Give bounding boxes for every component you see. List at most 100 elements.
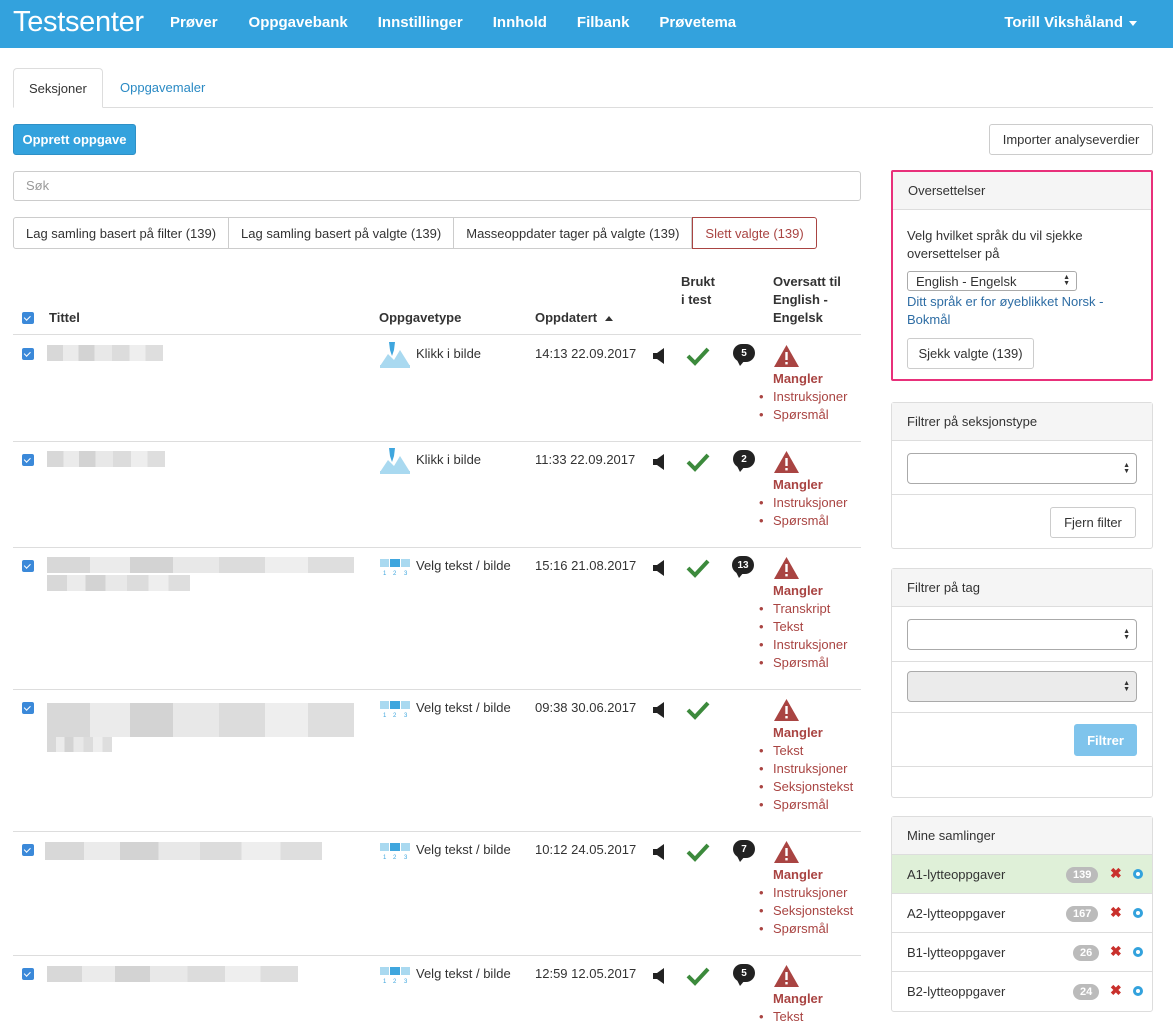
gear-icon[interactable]	[1133, 908, 1143, 918]
comments-badge[interactable]: 7	[733, 840, 755, 862]
panel-divider	[892, 766, 1152, 767]
missing-label: Mangler	[773, 477, 823, 492]
select-arrows-icon: ▲ ▼	[1123, 461, 1130, 475]
row-checkbox[interactable]	[22, 348, 34, 360]
apply-filter-button[interactable]: Filtrer	[1074, 724, 1137, 756]
missing-item: Spørsmål	[759, 654, 847, 672]
col-updated[interactable]: Oppdatert	[535, 309, 613, 327]
collection-item[interactable]: A1-lytteoppgaver 139 ✖	[892, 855, 1152, 894]
updated-time: 15:16 21.08.2017	[535, 558, 637, 573]
nav-item-filbank[interactable]: Filbank	[577, 14, 630, 31]
search-input[interactable]: Søk	[13, 171, 861, 201]
user-menu[interactable]: Torill Vikshåland	[1004, 14, 1137, 31]
audio-icon	[653, 702, 664, 718]
svg-text:1: 1	[383, 855, 387, 860]
collection-name: A2-lytteoppgaver	[907, 906, 1006, 921]
col-type[interactable]: Oppgavetype	[379, 309, 461, 327]
col-used-line2: i test	[681, 292, 712, 307]
collection-count: 167	[1066, 906, 1099, 922]
collection-item[interactable]: B1-lytteoppgaver 26 ✖	[892, 934, 1152, 972]
row-checkbox[interactable]	[22, 844, 34, 856]
collection-from-filter-button[interactable]: Lag samling basert på filter (139)	[13, 217, 230, 249]
check-icon	[686, 453, 710, 472]
gear-icon[interactable]	[1133, 986, 1143, 996]
gear-icon[interactable]	[1133, 869, 1143, 879]
warning-icon	[774, 451, 799, 473]
create-task-button[interactable]: Opprett oppgave	[13, 124, 136, 155]
check-icon	[686, 559, 710, 578]
row-checkbox[interactable]	[22, 968, 34, 980]
select-arrows-icon: ▲ ▼	[1123, 679, 1130, 693]
nav-item-oppgavebank[interactable]: Oppgavebank	[249, 14, 348, 31]
check-icon	[686, 701, 710, 720]
collection-name: A1-lytteoppgaver	[907, 867, 1006, 882]
nav-item-innhold[interactable]: Innhold	[493, 14, 547, 31]
collection-from-selected-button[interactable]: Lag samling basert på valgte (139)	[228, 217, 455, 249]
col-translated[interactable]: Oversatt til English - Engelsk	[773, 273, 841, 327]
choose-text-image-icon: 1 2 3	[380, 843, 410, 860]
nav-item-innstillinger[interactable]: Innstillinger	[378, 14, 463, 31]
comments-badge[interactable]: 5	[733, 344, 755, 366]
svg-text:2: 2	[393, 713, 397, 718]
section-type-select[interactable]: ▲ ▼	[907, 453, 1137, 484]
delete-selected-button[interactable]: Slett valgte (139)	[692, 217, 817, 249]
blurred-title	[47, 721, 354, 737]
svg-text:1: 1	[383, 713, 387, 718]
gear-icon[interactable]	[1133, 947, 1143, 957]
blurred-title	[47, 703, 354, 721]
blurred-title	[47, 966, 298, 982]
col-used[interactable]: Brukt i test	[681, 273, 715, 309]
choose-text-image-icon: 1 2 3	[380, 559, 410, 576]
col-title[interactable]: Tittel	[49, 309, 80, 327]
tab-oppgavemaler[interactable]: Oppgavemaler	[105, 68, 220, 108]
remove-icon[interactable]: ✖	[1110, 982, 1122, 999]
row-checkbox[interactable]	[22, 702, 34, 714]
row-checkbox[interactable]	[22, 454, 34, 466]
clear-filter-button[interactable]: Fjern filter	[1050, 507, 1136, 538]
select-all-checkbox[interactable]	[22, 312, 34, 324]
tag-value-select[interactable]: ▲ ▼	[907, 671, 1137, 702]
remove-icon[interactable]: ✖	[1110, 904, 1122, 921]
remove-icon[interactable]: ✖	[1110, 943, 1122, 960]
collection-count: 26	[1073, 945, 1100, 961]
remove-icon[interactable]: ✖	[1110, 865, 1122, 882]
language-select[interactable]: English - Engelsk ▲ ▼	[907, 271, 1077, 291]
updated-time: 10:12 24.05.2017	[535, 842, 637, 857]
panel-divider	[892, 661, 1152, 662]
bulk-update-tags-button[interactable]: Masseoppdater tager på valgte (139)	[453, 217, 693, 249]
svg-text:2: 2	[393, 571, 397, 576]
nav-item-provetema[interactable]: Prøvetema	[659, 14, 736, 31]
import-analysis-button[interactable]: Importer analyseverdier	[989, 124, 1153, 155]
panel-divider	[892, 712, 1152, 713]
panel-title: Filtrer på seksjonstype	[892, 403, 1152, 441]
missing-item: Spørsmål	[759, 406, 847, 424]
missing-label: Mangler	[773, 725, 823, 740]
tag-select[interactable]: ▲ ▼	[907, 619, 1137, 650]
choose-text-image-icon: 1 2 3	[380, 967, 410, 984]
missing-item: Instruksjoner	[759, 388, 848, 406]
svg-text:1: 1	[383, 571, 387, 576]
missing-label: Mangler	[773, 371, 823, 386]
collection-item[interactable]: B2-lytteoppgaver 24 ✖	[892, 973, 1152, 1011]
current-language-note: Ditt språk er for øyeblikket Norsk - Bok…	[907, 294, 1104, 327]
col-translated-line1: Oversatt til	[773, 274, 841, 289]
nav-item-prover[interactable]: Prøver	[170, 14, 218, 31]
missing-item: Transkript	[759, 600, 847, 618]
comments-badge[interactable]: 5	[733, 964, 755, 986]
check-selected-button[interactable]: Sjekk valgte (139)	[907, 338, 1034, 369]
collection-item[interactable]: A2-lytteoppgaver 167 ✖	[892, 895, 1152, 933]
comments-badge[interactable]: 2	[733, 450, 755, 472]
main-nav: Prøver Oppgavebank Innstillinger Innhold…	[170, 14, 766, 31]
warning-icon	[774, 841, 799, 863]
comments-badge[interactable]: 13	[732, 556, 754, 578]
updated-time: 11:33 22.09.2017	[535, 452, 636, 467]
updated-time: 12:59 12.05.2017	[535, 966, 637, 981]
tab-seksjoner[interactable]: Seksjoner	[13, 68, 103, 108]
translations-panel: Oversettelser Velg hvilket språk du vil …	[891, 170, 1153, 381]
brand-logo[interactable]: Testsenter	[13, 6, 144, 39]
missing-item: Instruksjoner	[759, 884, 853, 902]
missing-item: Seksjonstekst	[759, 778, 853, 796]
select-arrows-icon: ▲ ▼	[1063, 274, 1070, 287]
missing-label: Mangler	[773, 583, 823, 598]
row-checkbox[interactable]	[22, 560, 34, 572]
